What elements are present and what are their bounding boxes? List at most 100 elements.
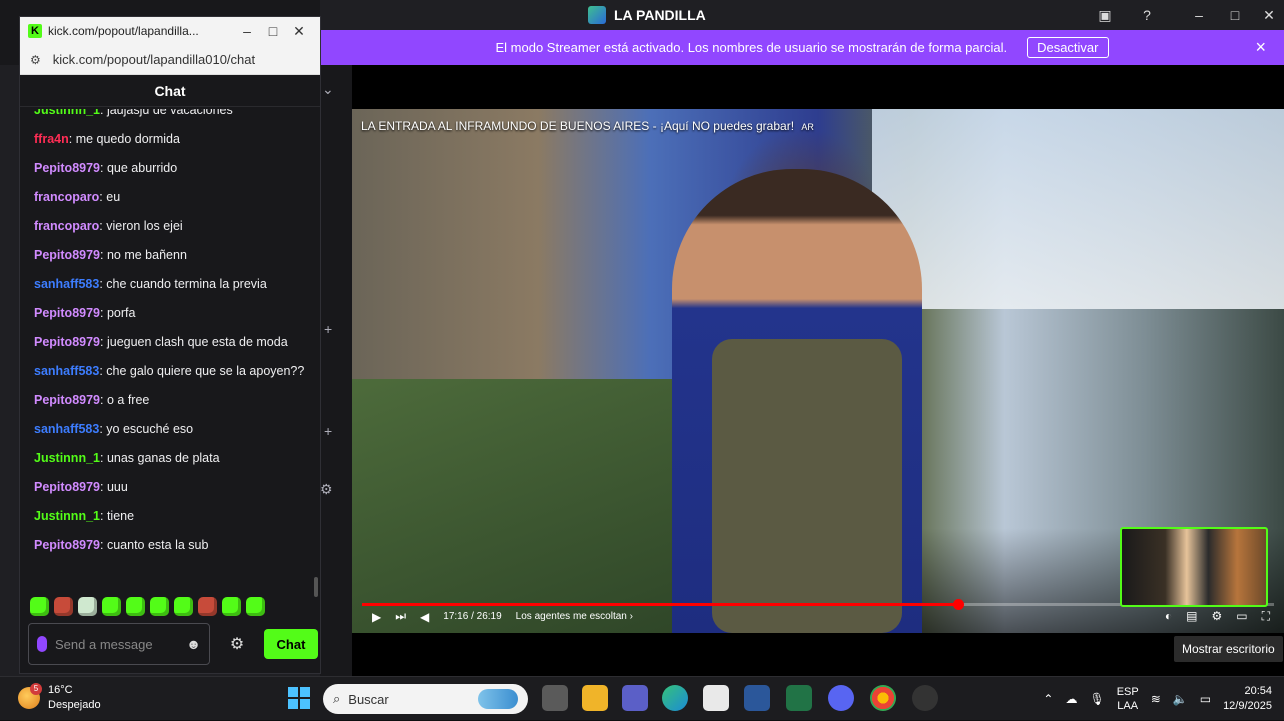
url-text[interactable]: kick.com/popout/lapandilla010/chat: [53, 52, 255, 67]
teams-icon[interactable]: [622, 685, 648, 711]
emote-icon[interactable]: [246, 597, 265, 616]
progress-knob[interactable]: [952, 599, 964, 610]
chat-send-button[interactable]: Chat: [264, 629, 318, 659]
chevron-down-icon[interactable]: ⌄: [322, 81, 334, 98]
store-icon[interactable]: [703, 685, 729, 711]
chat-text: no me bañenn: [106, 247, 187, 262]
clock-date: 12/9/2025: [1223, 700, 1272, 712]
emote-row: [30, 597, 265, 616]
volume-icon[interactable]: ◀: [420, 610, 429, 624]
chat-username[interactable]: Pepito8979: [34, 335, 100, 349]
chat-header: Chat: [20, 75, 320, 107]
chat-text: porfa: [106, 305, 136, 320]
chat-input-placeholder[interactable]: Send a message: [55, 637, 178, 652]
emote-icon[interactable]: [102, 597, 121, 616]
word-icon[interactable]: [744, 685, 770, 711]
chat-close-button[interactable]: ✕: [286, 23, 312, 40]
weather-widget[interactable]: 5 16°C Despejado: [18, 683, 101, 713]
chat-scrollbar[interactable]: [314, 577, 318, 597]
chapter-label[interactable]: Los agentes me escoltan ›: [516, 611, 633, 622]
add-icon[interactable]: +: [324, 321, 332, 337]
settings-icon[interactable]: ⚙: [1211, 609, 1222, 624]
settings-gear-icon[interactable]: ⚙: [320, 481, 333, 498]
language-indicator[interactable]: ESP LAA: [1117, 685, 1139, 713]
play-icon[interactable]: ▶: [372, 610, 381, 624]
chat-message: Pepito8979: porfa: [34, 298, 306, 327]
emote-icon[interactable]: [198, 597, 217, 616]
wifi-icon[interactable]: ≋: [1151, 692, 1161, 706]
tray-weather-icon[interactable]: ☁: [1065, 692, 1077, 706]
cast-icon[interactable]: ▭: [1236, 609, 1247, 624]
weather-badge: 5: [30, 683, 42, 695]
maximize-button[interactable]: □: [1224, 5, 1246, 25]
chat-username[interactable]: sanhaff583: [34, 364, 99, 378]
emote-icon[interactable]: [174, 597, 193, 616]
lang-top: ESP: [1116, 686, 1139, 698]
add-icon-2[interactable]: +: [324, 423, 332, 439]
chat-username[interactable]: Pepito8979: [34, 393, 100, 407]
search-icon: ⌕: [333, 691, 341, 706]
banner-close-icon[interactable]: ×: [1255, 37, 1266, 58]
video-title-suffix: AR: [801, 122, 814, 132]
chat-username[interactable]: francoparo: [34, 190, 99, 204]
video-player[interactable]: LA ENTRADA AL INFRAMUNDO DE BUENOS AIRES…: [352, 65, 1284, 676]
app-titlebar: LA PANDILLA ▣ ? – □ ✕: [320, 0, 1284, 30]
tray-chevron-up-icon[interactable]: ⌃: [1043, 692, 1053, 706]
chat-message-input[interactable]: Send a message ☻: [28, 623, 210, 665]
chat-username[interactable]: Justinnn_1: [34, 451, 100, 465]
chat-username[interactable]: Pepito8979: [34, 538, 100, 552]
next-icon[interactable]: ⏭: [395, 609, 406, 624]
emote-icon[interactable]: [150, 597, 169, 616]
start-button[interactable]: [288, 687, 310, 709]
site-info-icon[interactable]: ⚙: [30, 53, 41, 67]
minimize-button[interactable]: –: [1188, 5, 1210, 25]
emote-icon[interactable]: [30, 597, 49, 616]
emote-icon[interactable]: [78, 597, 97, 616]
deactivate-button[interactable]: Desactivar: [1027, 37, 1109, 58]
chat-username[interactable]: Justinnn_1: [34, 509, 100, 523]
microphone-icon[interactable]: [37, 636, 47, 652]
file-explorer-icon[interactable]: [582, 685, 608, 711]
chat-username[interactable]: francoparo: [34, 219, 99, 233]
volume-tray-icon[interactable]: 🔈: [1173, 692, 1188, 706]
emoji-icon[interactable]: ☻: [186, 636, 201, 652]
chrome-icon[interactable]: [870, 685, 896, 711]
chat-username[interactable]: ffra4n: [34, 132, 69, 146]
clock[interactable]: 20:54 12/9/2025: [1223, 684, 1272, 714]
chat-window-title: kick.com/popout/lapandilla...: [48, 24, 199, 38]
chat-username[interactable]: sanhaff583: [34, 277, 99, 291]
chat-username[interactable]: Pepito8979: [34, 480, 100, 494]
chat-settings-icon[interactable]: ⚙: [218, 634, 256, 654]
search-highlight-art: [478, 689, 518, 709]
chat-username[interactable]: Pepito8979: [34, 306, 100, 320]
chat-message: Pepito8979: jueguen clash que esta de mo…: [34, 327, 306, 356]
tray-mic-icon[interactable]: 🎙: [1089, 692, 1104, 706]
task-view-icon[interactable]: [542, 685, 568, 711]
chat-username[interactable]: Pepito8979: [34, 248, 100, 262]
url-bar[interactable]: ⚙ kick.com/popout/lapandilla010/chat: [20, 45, 320, 75]
chat-username[interactable]: sanhaff583: [34, 422, 99, 436]
obs-icon[interactable]: [912, 685, 938, 711]
taskbar-search[interactable]: ⌕ Buscar: [323, 684, 528, 714]
notifications-icon[interactable]: ▣: [1094, 5, 1116, 25]
emote-icon[interactable]: [222, 597, 241, 616]
fullscreen-icon[interactable]: ⛶: [1262, 609, 1270, 624]
subtitles-icon[interactable]: ▤: [1186, 609, 1197, 624]
chat-username[interactable]: Justinnn_1: [34, 109, 100, 117]
help-icon[interactable]: ?: [1136, 5, 1158, 25]
battery-icon[interactable]: ▭: [1200, 692, 1211, 706]
search-placeholder[interactable]: Buscar: [348, 692, 388, 707]
chat-text: me quedo dormida: [75, 131, 180, 146]
player-controls: ▶ ⏭ ◀ 17:16 / 26:19 Los agentes me escol…: [372, 609, 633, 624]
chat-minimize-button[interactable]: –: [234, 23, 260, 39]
emote-icon[interactable]: [54, 597, 73, 616]
chat-username[interactable]: Pepito8979: [34, 161, 100, 175]
edge-icon[interactable]: [662, 685, 688, 711]
chat-separator: :: [100, 334, 107, 349]
close-button[interactable]: ✕: [1258, 5, 1280, 25]
excel-icon[interactable]: [786, 685, 812, 711]
discord-icon[interactable]: [828, 685, 854, 711]
emote-icon[interactable]: [126, 597, 145, 616]
autoplay-toggle-icon[interactable]: ◐: [1165, 609, 1172, 624]
chat-maximize-button[interactable]: □: [260, 23, 286, 39]
